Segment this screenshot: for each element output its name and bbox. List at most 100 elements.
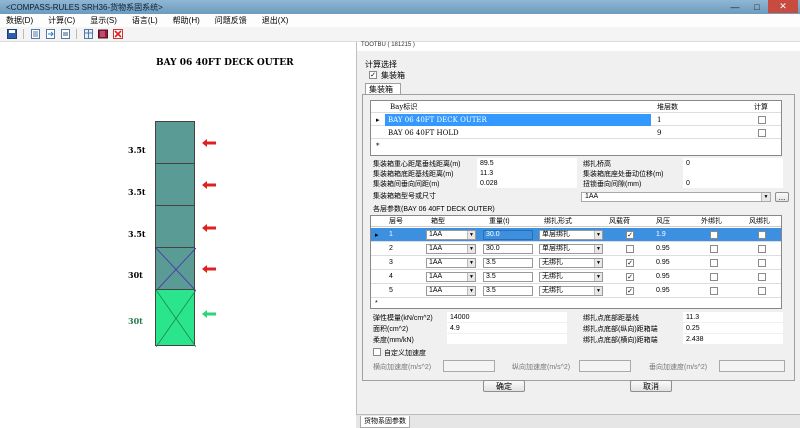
- wind-load-checkbox[interactable]: [626, 245, 634, 253]
- custom-accel-checkbox[interactable]: [373, 348, 381, 356]
- outer-lashing-checkbox[interactable]: [710, 245, 718, 253]
- wind-load-checkbox[interactable]: ✓: [626, 287, 634, 295]
- close-button[interactable]: ✕: [768, 0, 798, 13]
- table-row-new[interactable]: *: [371, 298, 781, 309]
- table-row[interactable]: 5 1AA ▼ 3.5 无绑扎 ▼ ✓ 0.95: [371, 284, 781, 298]
- window-titlebar: <COMPASS-RULES SRH36-货物系固系统> — □ ✕: [0, 0, 800, 14]
- table-row[interactable]: ▸ BAY 06 40FT DECK OUTER 1: [371, 114, 781, 126]
- calc-checkbox[interactable]: [758, 129, 766, 137]
- table-row[interactable]: BAY 06 40FT HOLD 9: [371, 127, 781, 139]
- tier-type-select[interactable]: 1AA ▼: [426, 286, 476, 296]
- tier-weight-label: 30t: [128, 270, 143, 280]
- outer-lashing-checkbox[interactable]: [710, 273, 718, 281]
- wind-pressure-cell[interactable]: 0.95: [656, 242, 670, 255]
- vertical-accel-field[interactable]: [719, 360, 785, 372]
- tier-type-select[interactable]: 1AA ▼: [426, 230, 476, 240]
- container-type-select[interactable]: 1AA ▼: [581, 192, 771, 202]
- wind-pressure-cell[interactable]: 0.95: [656, 256, 670, 269]
- wind-lashing-checkbox[interactable]: [758, 259, 766, 267]
- lashing-longitudinal-field[interactable]: 0.25: [683, 323, 783, 333]
- exit-icon[interactable]: [112, 29, 124, 40]
- elastic-modulus-field[interactable]: 14000: [447, 312, 567, 322]
- table-row-new[interactable]: *: [371, 140, 781, 152]
- wind-load-checkbox[interactable]: ✓: [626, 273, 634, 281]
- area-field[interactable]: 4.9: [447, 323, 567, 333]
- tier-type-select[interactable]: 1AA ▼: [426, 244, 476, 254]
- outer-lashing-checkbox[interactable]: [710, 231, 718, 239]
- maximize-button[interactable]: □: [746, 0, 768, 13]
- wind-pressure-cell[interactable]: 1.9: [656, 228, 666, 241]
- bay-name-cell[interactable]: BAY 06 40FT HOLD: [385, 127, 651, 139]
- tier-no-cell: 4: [389, 273, 393, 280]
- wind-lashing-checkbox[interactable]: [758, 273, 766, 281]
- cancel-button[interactable]: 取消: [630, 380, 672, 392]
- lashing-bridge-height-field[interactable]: 0: [683, 158, 783, 168]
- tier-lashing-select[interactable]: 无绑扎 ▼: [539, 272, 603, 282]
- tier-weight-input[interactable]: 3.5: [483, 258, 533, 268]
- table-row[interactable]: ▸ 1 1AA ▼ 30.0 单层绑扎 ▼ ✓ 1.9: [371, 228, 781, 242]
- tier-no-cell: 2: [389, 245, 393, 252]
- menu-exit[interactable]: 退出(X): [262, 15, 289, 26]
- wind-pressure-cell[interactable]: 0.95: [656, 284, 670, 297]
- table-row[interactable]: 2 1AA ▼ 30.0 单层绑扎 ▼ 0.95: [371, 242, 781, 256]
- tab-container[interactable]: 集装箱: [365, 83, 401, 94]
- chevron-down-icon: ▼: [594, 273, 602, 281]
- menu-language[interactable]: 语言(L): [132, 15, 158, 26]
- base-height-field[interactable]: 11.3: [477, 168, 577, 178]
- print-icon[interactable]: [59, 29, 71, 40]
- tier-type-select[interactable]: 1AA ▼: [426, 272, 476, 282]
- wind-lashing-checkbox[interactable]: [758, 231, 766, 239]
- twistlock-gap-field[interactable]: 0: [683, 178, 783, 188]
- save-icon[interactable]: [6, 29, 18, 40]
- param-label: 集装箱底座处垂动位移(m): [583, 171, 664, 178]
- export-icon[interactable]: [44, 29, 56, 40]
- wind-load-checkbox[interactable]: ✓: [626, 231, 634, 239]
- wind-load-checkbox[interactable]: ✓: [626, 259, 634, 267]
- minimize-button[interactable]: —: [724, 0, 746, 13]
- tier-type-select[interactable]: 1AA ▼: [426, 258, 476, 268]
- menu-display[interactable]: 显示(S): [90, 15, 117, 26]
- container-checkbox[interactable]: ✓: [369, 71, 377, 79]
- lashing-base-height-field[interactable]: 11.3: [683, 312, 783, 322]
- bay-name-cell[interactable]: BAY 06 40FT DECK OUTER: [385, 114, 651, 126]
- transverse-accel-field[interactable]: [443, 360, 495, 372]
- toolbar-separator: [23, 29, 24, 39]
- tier-weight-input[interactable]: 3.5: [483, 286, 533, 296]
- tab-cargo-lashing-params[interactable]: 货物系固参数: [360, 416, 410, 428]
- wind-pressure-cell[interactable]: 0.95: [656, 270, 670, 283]
- tier-lashing-select[interactable]: 单层绑扎 ▼: [539, 230, 603, 240]
- ok-button[interactable]: 确定: [483, 380, 525, 392]
- table-row[interactable]: 3 1AA ▼ 3.5 无绑扎 ▼ ✓ 0.95: [371, 256, 781, 270]
- table-row[interactable]: 4 1AA ▼ 3.5 无绑扎 ▼ ✓ 0.95: [371, 270, 781, 284]
- tier-lashing-select[interactable]: 无绑扎 ▼: [539, 286, 603, 296]
- tiers-cell[interactable]: 9: [654, 127, 744, 139]
- vertical-gap-field[interactable]: 0.028: [477, 178, 577, 188]
- chevron-down-icon: ▼: [761, 193, 770, 201]
- bay-drawing-title: BAY 06 40FT DECK OUTER: [156, 58, 294, 68]
- wind-lashing-checkbox[interactable]: [758, 287, 766, 295]
- longitudinal-accel-field[interactable]: [579, 360, 631, 372]
- cog-distance-field[interactable]: 89.5: [477, 158, 577, 168]
- flexibility-field[interactable]: [447, 334, 567, 344]
- table-icon[interactable]: [82, 29, 94, 40]
- wind-lashing-checkbox[interactable]: [758, 245, 766, 253]
- lashing-transverse-field[interactable]: 2.438: [683, 334, 783, 344]
- base-displacement-field[interactable]: [683, 168, 783, 178]
- book-icon[interactable]: [97, 29, 109, 40]
- menu-data[interactable]: 数据(D): [6, 15, 33, 26]
- tier-weight-input[interactable]: 30.0: [483, 244, 533, 254]
- tier-lashing-select[interactable]: 无绑扎 ▼: [539, 258, 603, 268]
- menu-help[interactable]: 帮助(H): [173, 15, 200, 26]
- tier-weight-input[interactable]: 3.5: [483, 272, 533, 282]
- tier-lashing-select[interactable]: 单层绑扎 ▼: [539, 244, 603, 254]
- param-label: 面积(cm^2): [373, 326, 409, 333]
- tiers-cell[interactable]: 1: [654, 114, 744, 126]
- document-icon[interactable]: [29, 29, 41, 40]
- menu-calc[interactable]: 计算(C): [48, 15, 75, 26]
- calc-checkbox[interactable]: [758, 116, 766, 124]
- menu-feedback[interactable]: 问题反馈: [215, 15, 247, 26]
- outer-lashing-checkbox[interactable]: [710, 287, 718, 295]
- browse-type-button[interactable]: ...: [775, 192, 789, 202]
- tier-weight-input[interactable]: 30.0: [483, 230, 533, 240]
- outer-lashing-checkbox[interactable]: [710, 259, 718, 267]
